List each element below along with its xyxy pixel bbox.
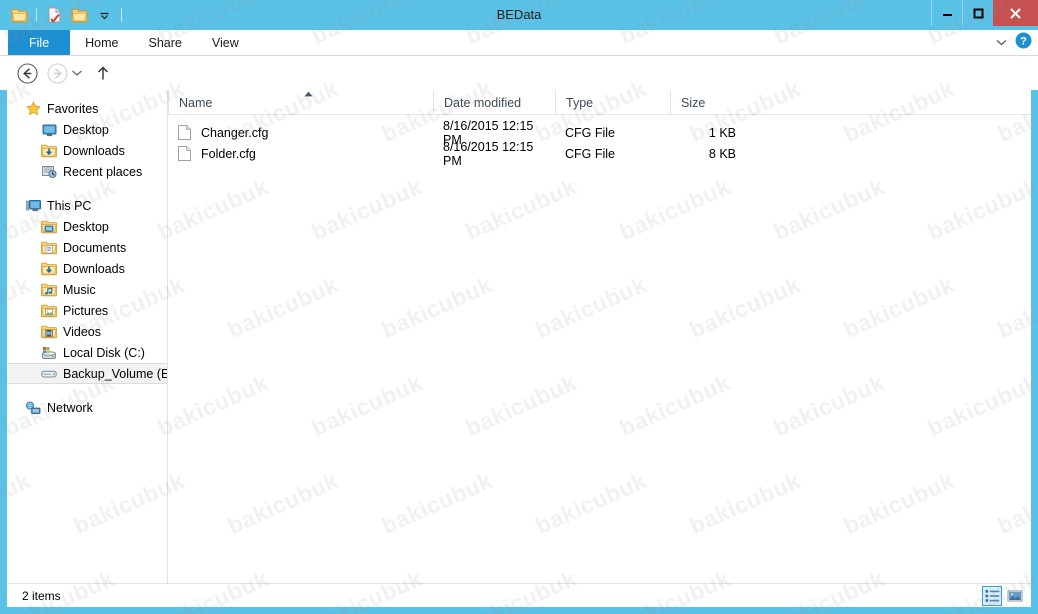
sidebar-item-network[interactable]: Network bbox=[7, 397, 167, 418]
folder-icon[interactable] bbox=[8, 4, 30, 26]
window-controls bbox=[931, 0, 1038, 26]
maximize-button[interactable] bbox=[962, 0, 993, 26]
sidebar-label: Desktop bbox=[63, 122, 109, 137]
view-toggle-group bbox=[982, 586, 1025, 606]
sidebar-label: Favorites bbox=[47, 101, 99, 116]
file-type-cell: CFG File bbox=[565, 125, 615, 140]
file-rows: Changer.cfg 8/16/2015 12:15 PM CFG File … bbox=[168, 115, 1031, 168]
sidebar-item-music[interactable]: Music bbox=[7, 279, 167, 300]
address-bar-row: This PC Backup_Volume (E:) BEData bbox=[0, 56, 1038, 141]
file-date-cell: 8/16/2015 12:15 PM bbox=[443, 139, 534, 168]
chevron-down-icon[interactable] bbox=[93, 4, 115, 26]
music-folder-icon bbox=[41, 282, 57, 298]
sidebar-label: Music bbox=[63, 282, 96, 297]
sidebar-item-desktop[interactable]: Desktop bbox=[7, 119, 167, 140]
sidebar-label: Backup_Volume (E:) bbox=[63, 366, 168, 381]
item-count-label: 2 items bbox=[22, 588, 61, 603]
sidebar-label: Videos bbox=[63, 324, 101, 339]
toolbar-separator-2 bbox=[121, 8, 122, 22]
desktop-folder-icon bbox=[41, 219, 57, 235]
file-size-cell: 1 KB bbox=[708, 125, 736, 140]
sidebar-item-recent-places[interactable]: Recent places bbox=[7, 161, 167, 182]
forward-button bbox=[46, 62, 68, 84]
file-size-cell: 8 KB bbox=[708, 146, 736, 161]
explorer-window: BEData File Home Share View ? Search BED… bbox=[0, 0, 1038, 614]
title-bar: BEData bbox=[0, 0, 1038, 30]
explorer-body: Favorites Desktop Downloads Recent place… bbox=[7, 90, 1031, 583]
sidebar-label: Recent places bbox=[63, 164, 143, 179]
navigation-pane[interactable]: Favorites Desktop Downloads Recent place… bbox=[7, 90, 168, 583]
column-header-name[interactable]: Name bbox=[168, 90, 433, 115]
sidebar-item-documents[interactable]: Documents bbox=[7, 237, 167, 258]
sidebar-group-gap-2 bbox=[7, 384, 167, 397]
sidebar-item-local-disk-c[interactable]: Local Disk (C:) bbox=[7, 342, 167, 363]
sidebar-item-pc-downloads[interactable]: Downloads bbox=[7, 258, 167, 279]
toolbar-separator bbox=[36, 8, 37, 22]
system-drive-icon bbox=[41, 345, 57, 361]
downloads-folder-icon bbox=[41, 261, 57, 277]
recent-places-icon bbox=[41, 164, 57, 180]
new-folder-icon[interactable] bbox=[68, 4, 90, 26]
tab-share[interactable]: Share bbox=[134, 30, 197, 56]
up-button[interactable] bbox=[92, 62, 114, 84]
pictures-folder-icon bbox=[41, 303, 57, 319]
minimize-button[interactable] bbox=[931, 0, 962, 26]
ribbon-right-controls: ? bbox=[995, 30, 1032, 56]
page-title: BEData bbox=[496, 7, 542, 22]
sidebar-item-backup-volume-e[interactable]: Backup_Volume (E:) bbox=[7, 363, 167, 384]
table-row[interactable]: Changer.cfg 8/16/2015 12:15 PM CFG File … bbox=[168, 119, 1031, 147]
back-button[interactable] bbox=[16, 62, 38, 84]
column-header-date-modified[interactable]: Date modified bbox=[433, 90, 555, 115]
svg-text:?: ? bbox=[1020, 36, 1027, 48]
sidebar-item-favorites[interactable]: Favorites bbox=[7, 98, 167, 119]
details-view-button[interactable] bbox=[982, 586, 1002, 606]
column-header-row: Name Date modified Type Size bbox=[168, 90, 1031, 115]
videos-folder-icon bbox=[41, 324, 57, 340]
tab-home[interactable]: Home bbox=[70, 30, 133, 56]
chevron-down-icon[interactable] bbox=[995, 34, 1008, 52]
sidebar-item-downloads[interactable]: Downloads bbox=[7, 140, 167, 161]
sidebar-label: Pictures bbox=[63, 303, 109, 318]
table-row[interactable]: Folder.cfg 8/16/2015 12:15 PM CFG File 8… bbox=[168, 139, 1031, 168]
tab-view[interactable]: View bbox=[197, 30, 254, 56]
ribbon-tab-strip: File Home Share View ? bbox=[0, 30, 1038, 56]
sidebar-item-pictures[interactable]: Pictures bbox=[7, 300, 167, 321]
sort-ascending-icon bbox=[304, 91, 313, 97]
file-icon bbox=[178, 146, 194, 162]
documents-folder-icon bbox=[41, 240, 57, 256]
properties-icon[interactable] bbox=[43, 4, 65, 26]
network-icon bbox=[25, 400, 41, 416]
file-name-cell[interactable]: Folder.cfg bbox=[168, 143, 433, 164]
ribbon-tabs: File Home Share View bbox=[8, 30, 254, 56]
sidebar-label: Desktop bbox=[63, 219, 109, 234]
sidebar-label: Local Disk (C:) bbox=[63, 345, 145, 360]
column-header-type[interactable]: Type bbox=[555, 90, 670, 115]
sidebar-item-this-pc[interactable]: This PC bbox=[7, 195, 167, 216]
sidebar-label: Documents bbox=[63, 240, 127, 255]
help-icon[interactable]: ? bbox=[1015, 32, 1032, 54]
column-header-size[interactable]: Size bbox=[670, 90, 750, 115]
close-button[interactable] bbox=[993, 0, 1038, 26]
drive-icon bbox=[41, 366, 57, 382]
sidebar-label: Network bbox=[47, 400, 93, 415]
this-pc-icon bbox=[25, 198, 41, 214]
file-name-cell[interactable]: Changer.cfg bbox=[168, 122, 433, 143]
tab-file[interactable]: File bbox=[8, 30, 71, 56]
recent-locations-button[interactable] bbox=[70, 62, 84, 84]
file-list-pane[interactable]: Name Date modified Type Size Changer.cfg… bbox=[168, 90, 1031, 583]
file-type-cell: CFG File bbox=[565, 146, 615, 161]
sidebar-item-pc-desktop[interactable]: Desktop bbox=[7, 216, 167, 237]
sidebar-label: Downloads bbox=[63, 143, 125, 158]
status-bar: 2 items bbox=[7, 583, 1031, 607]
desktop-icon bbox=[41, 122, 57, 138]
sidebar-label: Downloads bbox=[63, 261, 125, 276]
sidebar-item-videos[interactable]: Videos bbox=[7, 321, 167, 342]
file-icon bbox=[178, 125, 194, 141]
quick-access-toolbar bbox=[8, 3, 125, 27]
downloads-folder-icon bbox=[41, 143, 57, 159]
star-icon bbox=[25, 101, 41, 117]
sidebar-label: This PC bbox=[47, 198, 92, 213]
large-icons-view-button[interactable] bbox=[1005, 586, 1025, 606]
